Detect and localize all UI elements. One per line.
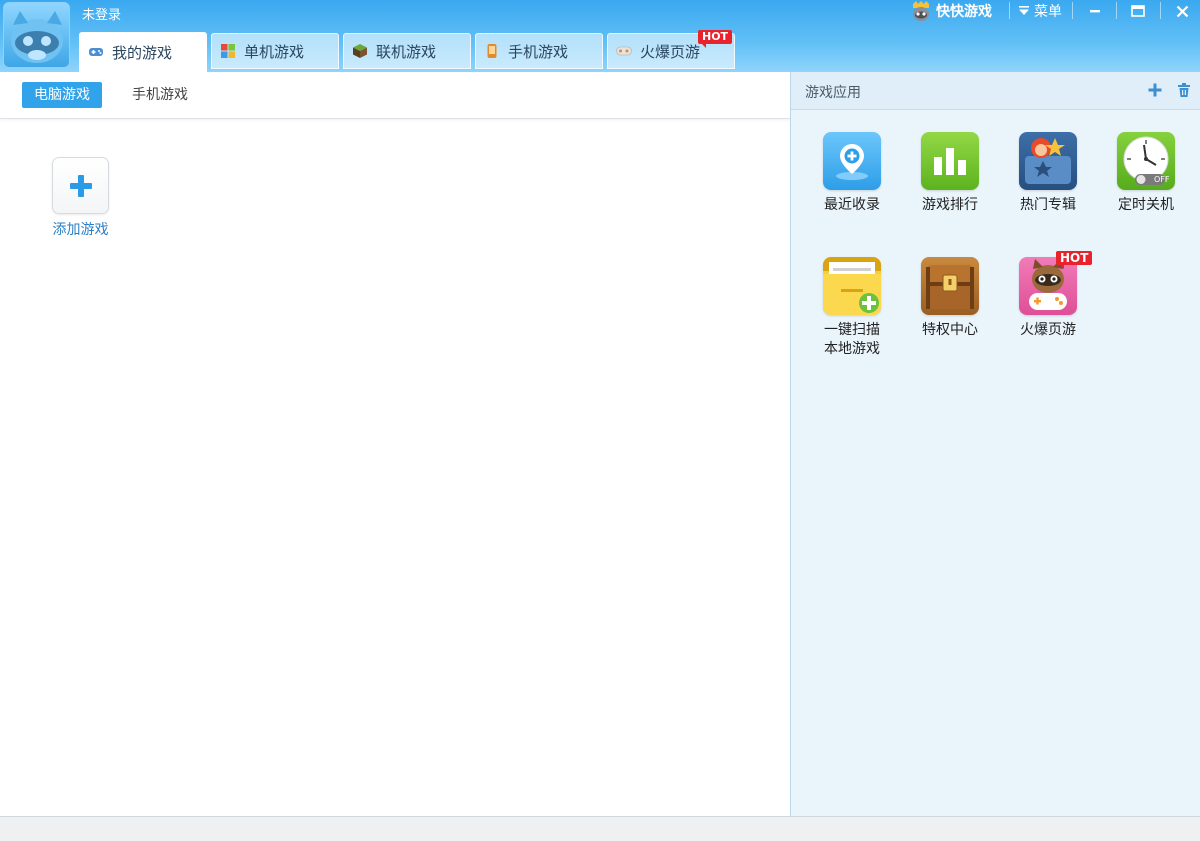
hot-badge: HOT [698, 30, 733, 48]
app-label: 游戏排行 [922, 197, 978, 213]
phone-icon [487, 44, 497, 58]
brand-raccoon-icon [913, 1, 929, 21]
app-game-ranking[interactable]: 游戏排行 [910, 132, 990, 215]
app-label: 一键扫描 本地游戏 [812, 321, 892, 359]
app-label-line-1: 一键扫描 [824, 322, 880, 338]
tab-web-games[interactable]: 火爆页游 HOT [607, 30, 735, 69]
maximize-icon [1131, 5, 1145, 17]
folder-plus-icon [823, 257, 881, 315]
cube-icon [353, 44, 367, 58]
subtab-mobile-games[interactable]: 手机游戏 [120, 82, 200, 108]
app-label: 火爆页游 [1020, 322, 1076, 338]
menu-button[interactable]: 菜单 [1018, 0, 1062, 22]
divider [1009, 2, 1010, 19]
brand-name: 快快游戏 [936, 4, 992, 20]
tab-my-games[interactable]: 我的游戏 [79, 32, 207, 72]
title-bar: 未登录 我的游戏 单机游戏 联机游戏 手机游戏 火爆页游 HOT 快快游戏 菜单 [0, 0, 1200, 72]
app-label: 热门专辑 [1020, 197, 1076, 213]
tab-label: 火爆页游 [640, 42, 701, 61]
dropdown-triangle-icon [1019, 6, 1029, 15]
app-label: 最近收录 [824, 197, 880, 213]
sub-tab-bar: 电脑游戏 手机游戏 [0, 72, 790, 119]
tab-label: 我的游戏 [112, 43, 173, 62]
minimize-button[interactable] [1077, 0, 1113, 22]
tab-label: 单机游戏 [244, 42, 305, 61]
trash-icon[interactable] [1176, 82, 1192, 98]
pin-plus-icon [823, 132, 881, 190]
game-apps-panel: 游戏应用 最近收录 游戏排行 热门专辑 OFF 定时关机 一键扫描 本地游戏 特… [790, 72, 1200, 816]
tab-single-player-games[interactable]: 单机游戏 [211, 33, 339, 69]
maximize-button[interactable] [1120, 0, 1156, 22]
album-icon [1019, 132, 1077, 190]
user-avatar[interactable] [3, 2, 70, 68]
web-gamepad-icon [616, 46, 632, 56]
app-label: 定时关机 [1118, 197, 1174, 213]
bar-chart-icon [921, 132, 979, 190]
app-scheduled-shutdown[interactable]: OFF 定时关机 [1106, 132, 1186, 215]
hot-badge: HOT [1056, 251, 1093, 269]
app-hot-albums[interactable]: 热门专辑 [1008, 132, 1088, 215]
close-button[interactable] [1164, 0, 1200, 22]
app-scan-local-games[interactable]: 一键扫描 本地游戏 [812, 257, 892, 359]
status-bar [0, 816, 1200, 841]
raccoon-avatar-icon [11, 11, 63, 63]
panel-title: 游戏应用 [805, 85, 861, 101]
login-status[interactable]: 未登录 [82, 4, 121, 23]
app-recently-added[interactable]: 最近收录 [812, 132, 892, 215]
app-label-line-2: 本地游戏 [824, 341, 880, 357]
tab-mobile-games[interactable]: 手机游戏 [475, 33, 603, 69]
brand-link[interactable]: 快快游戏 [910, 0, 992, 22]
add-app-icon[interactable] [1147, 82, 1163, 98]
tab-label: 联机游戏 [376, 42, 437, 61]
clock-icon: OFF [1117, 132, 1175, 190]
app-label: 特权中心 [922, 322, 978, 338]
gamepad-icon [89, 48, 103, 56]
menu-label: 菜单 [1034, 4, 1062, 20]
tab-label: 手机游戏 [508, 42, 569, 61]
subtab-pc-games[interactable]: 电脑游戏 [22, 82, 102, 108]
divider [1160, 2, 1161, 19]
raccoon-gamepad-icon [1019, 257, 1077, 315]
windows-grid-icon [221, 44, 235, 58]
add-game-label[interactable]: 添加游戏 [42, 219, 119, 239]
divider [1072, 2, 1073, 19]
close-icon [1176, 5, 1188, 17]
app-privilege-center[interactable]: 特权中心 [910, 257, 990, 340]
app-web-games[interactable]: HOT 火爆页游 [1008, 251, 1093, 340]
divider [1116, 2, 1117, 19]
panel-header: 游戏应用 [791, 72, 1200, 110]
treasure-chest-icon [921, 257, 979, 315]
add-game-button[interactable] [52, 157, 109, 214]
plus-icon [69, 174, 92, 197]
minimize-icon [1090, 10, 1100, 13]
off-label: OFF [1154, 175, 1170, 184]
tab-online-games[interactable]: 联机游戏 [343, 33, 471, 69]
